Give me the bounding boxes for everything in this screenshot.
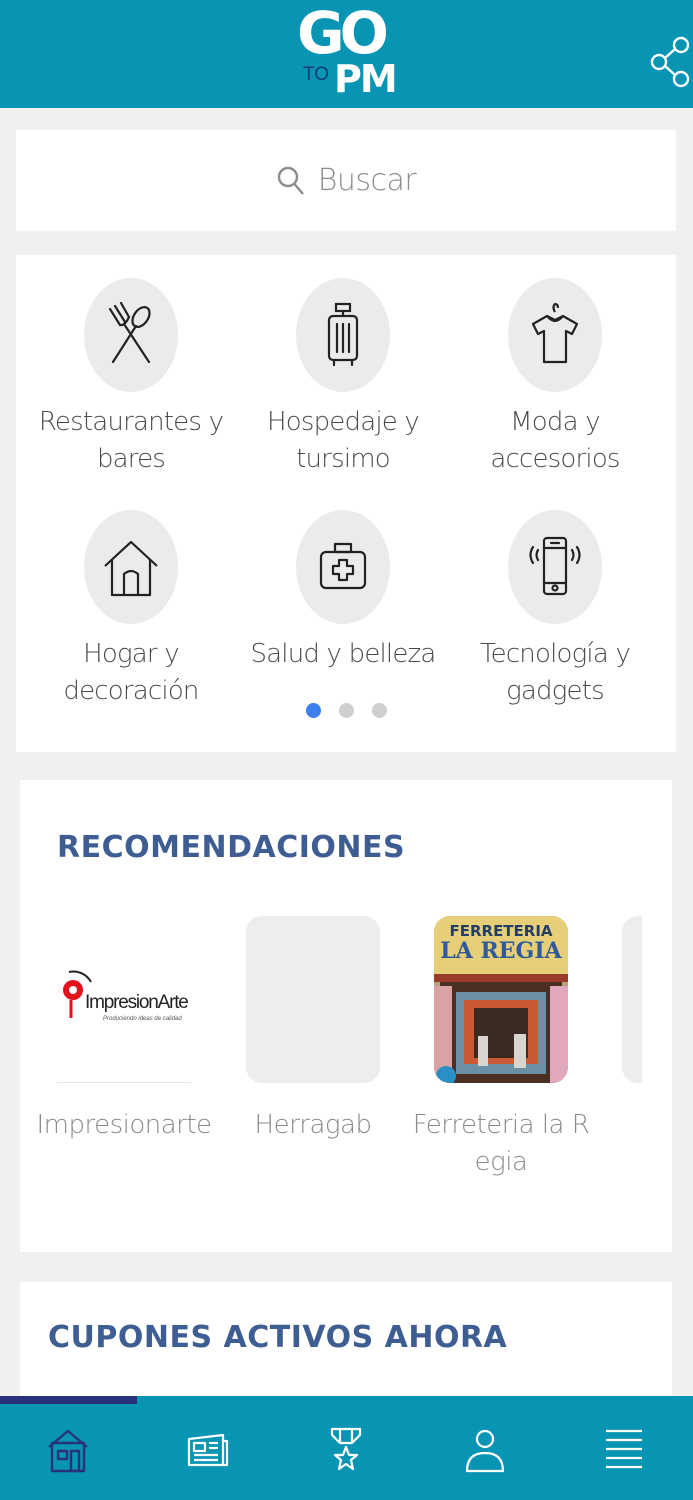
suitcase-icon (327, 302, 359, 367)
coupons-section: CUPONES ACTIVOS AHORA (20, 1282, 672, 1402)
home-icon (48, 1429, 88, 1473)
recommendations-section: RECOMENDACIONES ImpresionArte Produciend… (20, 780, 672, 1252)
category-label: Moda y accesorios (490, 407, 620, 474)
impresionarte-logo: ImpresionArte Produciendo ideas de calid… (63, 970, 190, 1022)
category-icon-circle (296, 278, 390, 392)
house-icon (104, 540, 158, 597)
shirt-icon (531, 302, 579, 364)
category-label: Hospedaje y tursimo (266, 407, 420, 474)
storefront-photo: FERRETERIA LA REGIA (434, 916, 568, 1083)
search-icon (277, 166, 304, 195)
category-restaurantes[interactable]: Restaurantes y bares (25, 278, 237, 478)
logo-go-text: GO (297, 0, 389, 67)
rec-item-label: Impresionarte (36, 1110, 212, 1140)
category-hogar[interactable]: Hogar y decoración (25, 510, 237, 710)
user-icon (465, 1429, 505, 1473)
nav-news[interactable] (177, 1422, 237, 1478)
award-star-icon (330, 1427, 362, 1471)
sign-main: LA REGIA (440, 938, 562, 964)
category-icon-circle (84, 278, 178, 392)
nav-rewards[interactable] (316, 1422, 376, 1478)
rec-item-label: Herragab (254, 1110, 372, 1140)
rec-item-ferreteria-la-regia[interactable]: FERRETERIA LA REGIA Ferreteria la Regia (406, 916, 596, 1181)
app-logo[interactable]: GO TO PM (297, 0, 398, 102)
rec-item-label: Ferreteria la Regia (412, 1110, 590, 1177)
category-label: Tecnología y gadgets (479, 639, 631, 706)
logo-wordmark: ImpresionArte (85, 992, 188, 1013)
logo-pm-text: PM (334, 57, 398, 101)
first-aid-icon (319, 542, 367, 590)
section-title: RECOMENDACIONES (57, 830, 406, 865)
menu-icon (606, 1429, 642, 1469)
logo-tagline: Produciendo ideas de calidad (103, 1016, 182, 1022)
rec-item-partial[interactable]: C (594, 916, 642, 1144)
smartphone-icon (529, 536, 581, 596)
category-tecnologia[interactable]: Tecnología y gadgets (449, 510, 661, 710)
app-header: GO TO PM (0, 0, 693, 108)
category-hospedaje[interactable]: Hospedaje y tursimo (237, 278, 449, 478)
newspaper-icon (187, 1433, 229, 1467)
business-logo-placeholder (622, 916, 642, 1083)
business-logo-placeholder (246, 916, 380, 1083)
logo-to-text: TO (303, 64, 330, 85)
pager-dot-2[interactable] (338, 703, 354, 718)
rec-item-herragab[interactable]: Herragab (218, 916, 408, 1144)
share-icon[interactable] (648, 36, 692, 88)
rec-item-impresionarte[interactable]: ImpresionArte Produciendo ideas de calid… (29, 916, 219, 1144)
category-icon-circle (508, 510, 602, 624)
pager-dot-1[interactable] (305, 703, 321, 718)
category-salud[interactable]: Salud y belleza (237, 510, 449, 673)
bottom-navigation (0, 1396, 693, 1500)
carousel-pager (16, 703, 676, 718)
category-icon-circle (508, 278, 602, 392)
category-icon-circle (296, 510, 390, 624)
category-icon-circle (84, 510, 178, 624)
category-moda[interactable]: Moda y accesorios (449, 278, 661, 478)
category-label: Restaurantes y bares (38, 407, 224, 474)
nav-home[interactable] (38, 1422, 98, 1478)
nav-menu[interactable] (594, 1422, 654, 1478)
rec-item-label: C (594, 1107, 642, 1144)
search-placeholder: Buscar (317, 163, 417, 198)
business-logo: ImpresionArte Produciendo ideas de calid… (57, 916, 191, 1083)
search-bar[interactable]: Buscar (16, 130, 676, 231)
category-label: Salud y belleza (250, 639, 436, 669)
nav-profile[interactable] (455, 1422, 515, 1478)
active-tab-indicator (0, 1396, 137, 1404)
category-label: Hogar y decoración (63, 639, 199, 706)
section-title: CUPONES ACTIVOS AHORA (48, 1320, 508, 1355)
categories-carousel[interactable]: Restaurantes y bares Hospedaje y tursimo (16, 255, 676, 752)
business-photo: FERRETERIA LA REGIA (434, 916, 568, 1083)
fork-spoon-icon (108, 301, 151, 364)
recommendations-list[interactable]: ImpresionArte Produciendo ideas de calid… (20, 916, 642, 1216)
pager-dot-3[interactable] (371, 703, 387, 718)
